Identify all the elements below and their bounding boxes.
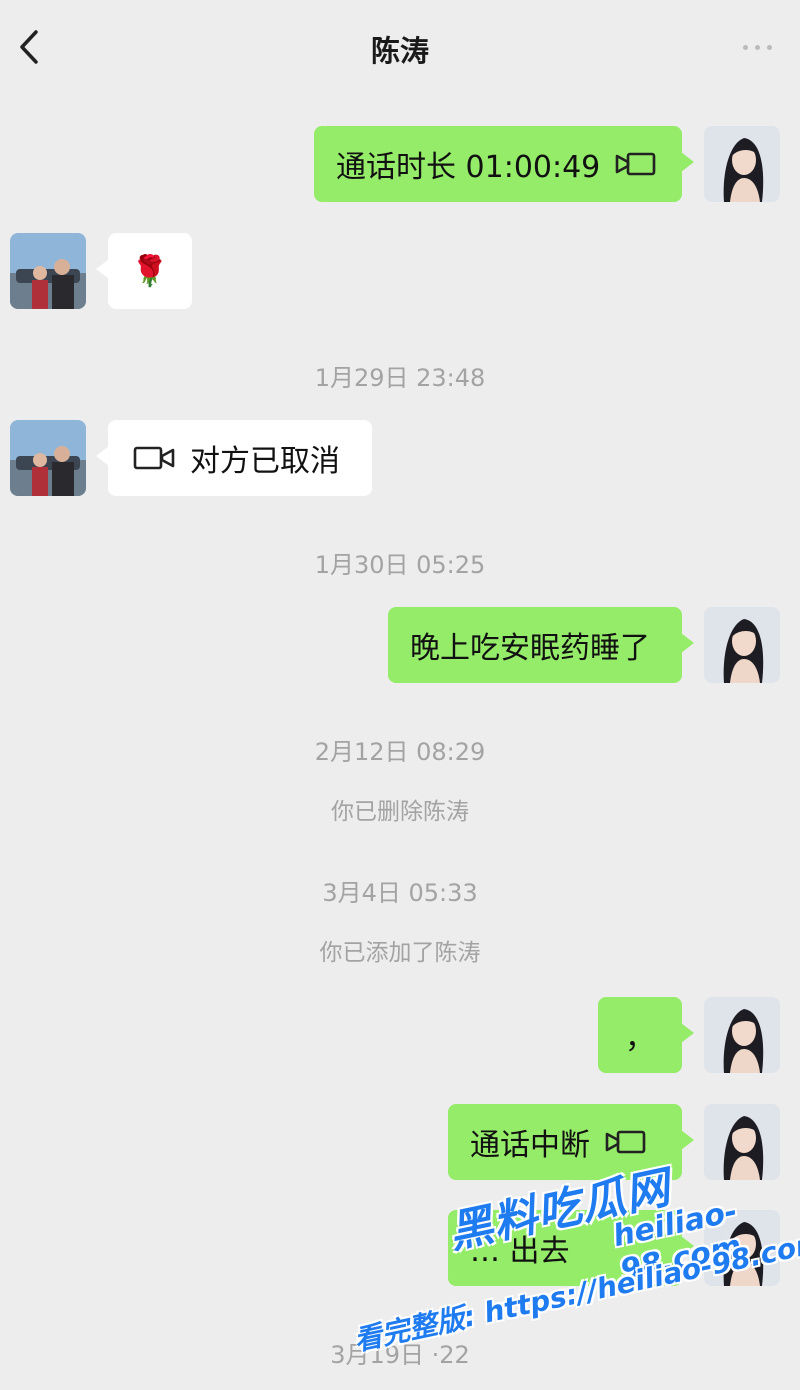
contact-avatar[interactable] <box>10 233 86 309</box>
text-bubble[interactable]: 晚上吃安眠药睡了 <box>388 607 694 683</box>
more-icon[interactable] <box>732 40 772 54</box>
timestamp: 3月19日 ·22 <box>330 1341 470 1369</box>
my-avatar[interactable] <box>704 997 780 1073</box>
rose-emoji: 🌹 <box>131 253 169 289</box>
chat-title: 陈涛 <box>370 34 429 68</box>
call-interrupted-text: 通话中断 <box>470 1128 590 1163</box>
my-avatar[interactable] <box>704 126 780 202</box>
call-duration-bubble[interactable]: 通话时长 01:00:49 <box>314 126 694 202</box>
video-call-icon <box>615 152 656 176</box>
call-interrupted-bubble[interactable]: 通话中断 <box>448 1104 694 1180</box>
message-text: ， <box>625 1021 655 1056</box>
system-notice: 你已删除陈涛 <box>331 799 469 825</box>
message-text: … 出去 <box>470 1234 570 1269</box>
call-duration-text: 通话时长 01:00:49 <box>336 150 601 185</box>
timestamp: 1月30日 05:25 <box>314 551 486 579</box>
video-call-icon <box>605 1130 646 1154</box>
my-avatar[interactable] <box>704 607 780 683</box>
my-avatar[interactable] <box>704 1210 780 1286</box>
cancelled-text: 对方已取消 <box>190 444 340 479</box>
nav-bar: 陈涛 <box>0 0 800 95</box>
system-notice: 你已添加了陈涛 <box>319 940 481 966</box>
text-bubble[interactable]: … 出去 <box>448 1210 694 1286</box>
video-call-icon <box>133 446 175 470</box>
my-avatar[interactable] <box>704 1104 780 1180</box>
text-bubble[interactable]: ， <box>598 997 694 1073</box>
message-text: 晚上吃安眠药睡了 <box>410 631 650 666</box>
timestamp: 2月12日 08:29 <box>314 738 486 766</box>
timestamp: 3月4日 05:33 <box>322 879 478 907</box>
rose-bubble[interactable]: 🌹 <box>96 233 192 309</box>
contact-avatar[interactable] <box>10 420 86 496</box>
cancelled-call-bubble[interactable]: 对方已取消 <box>96 420 372 496</box>
timestamp: 1月29日 23:48 <box>314 364 486 392</box>
